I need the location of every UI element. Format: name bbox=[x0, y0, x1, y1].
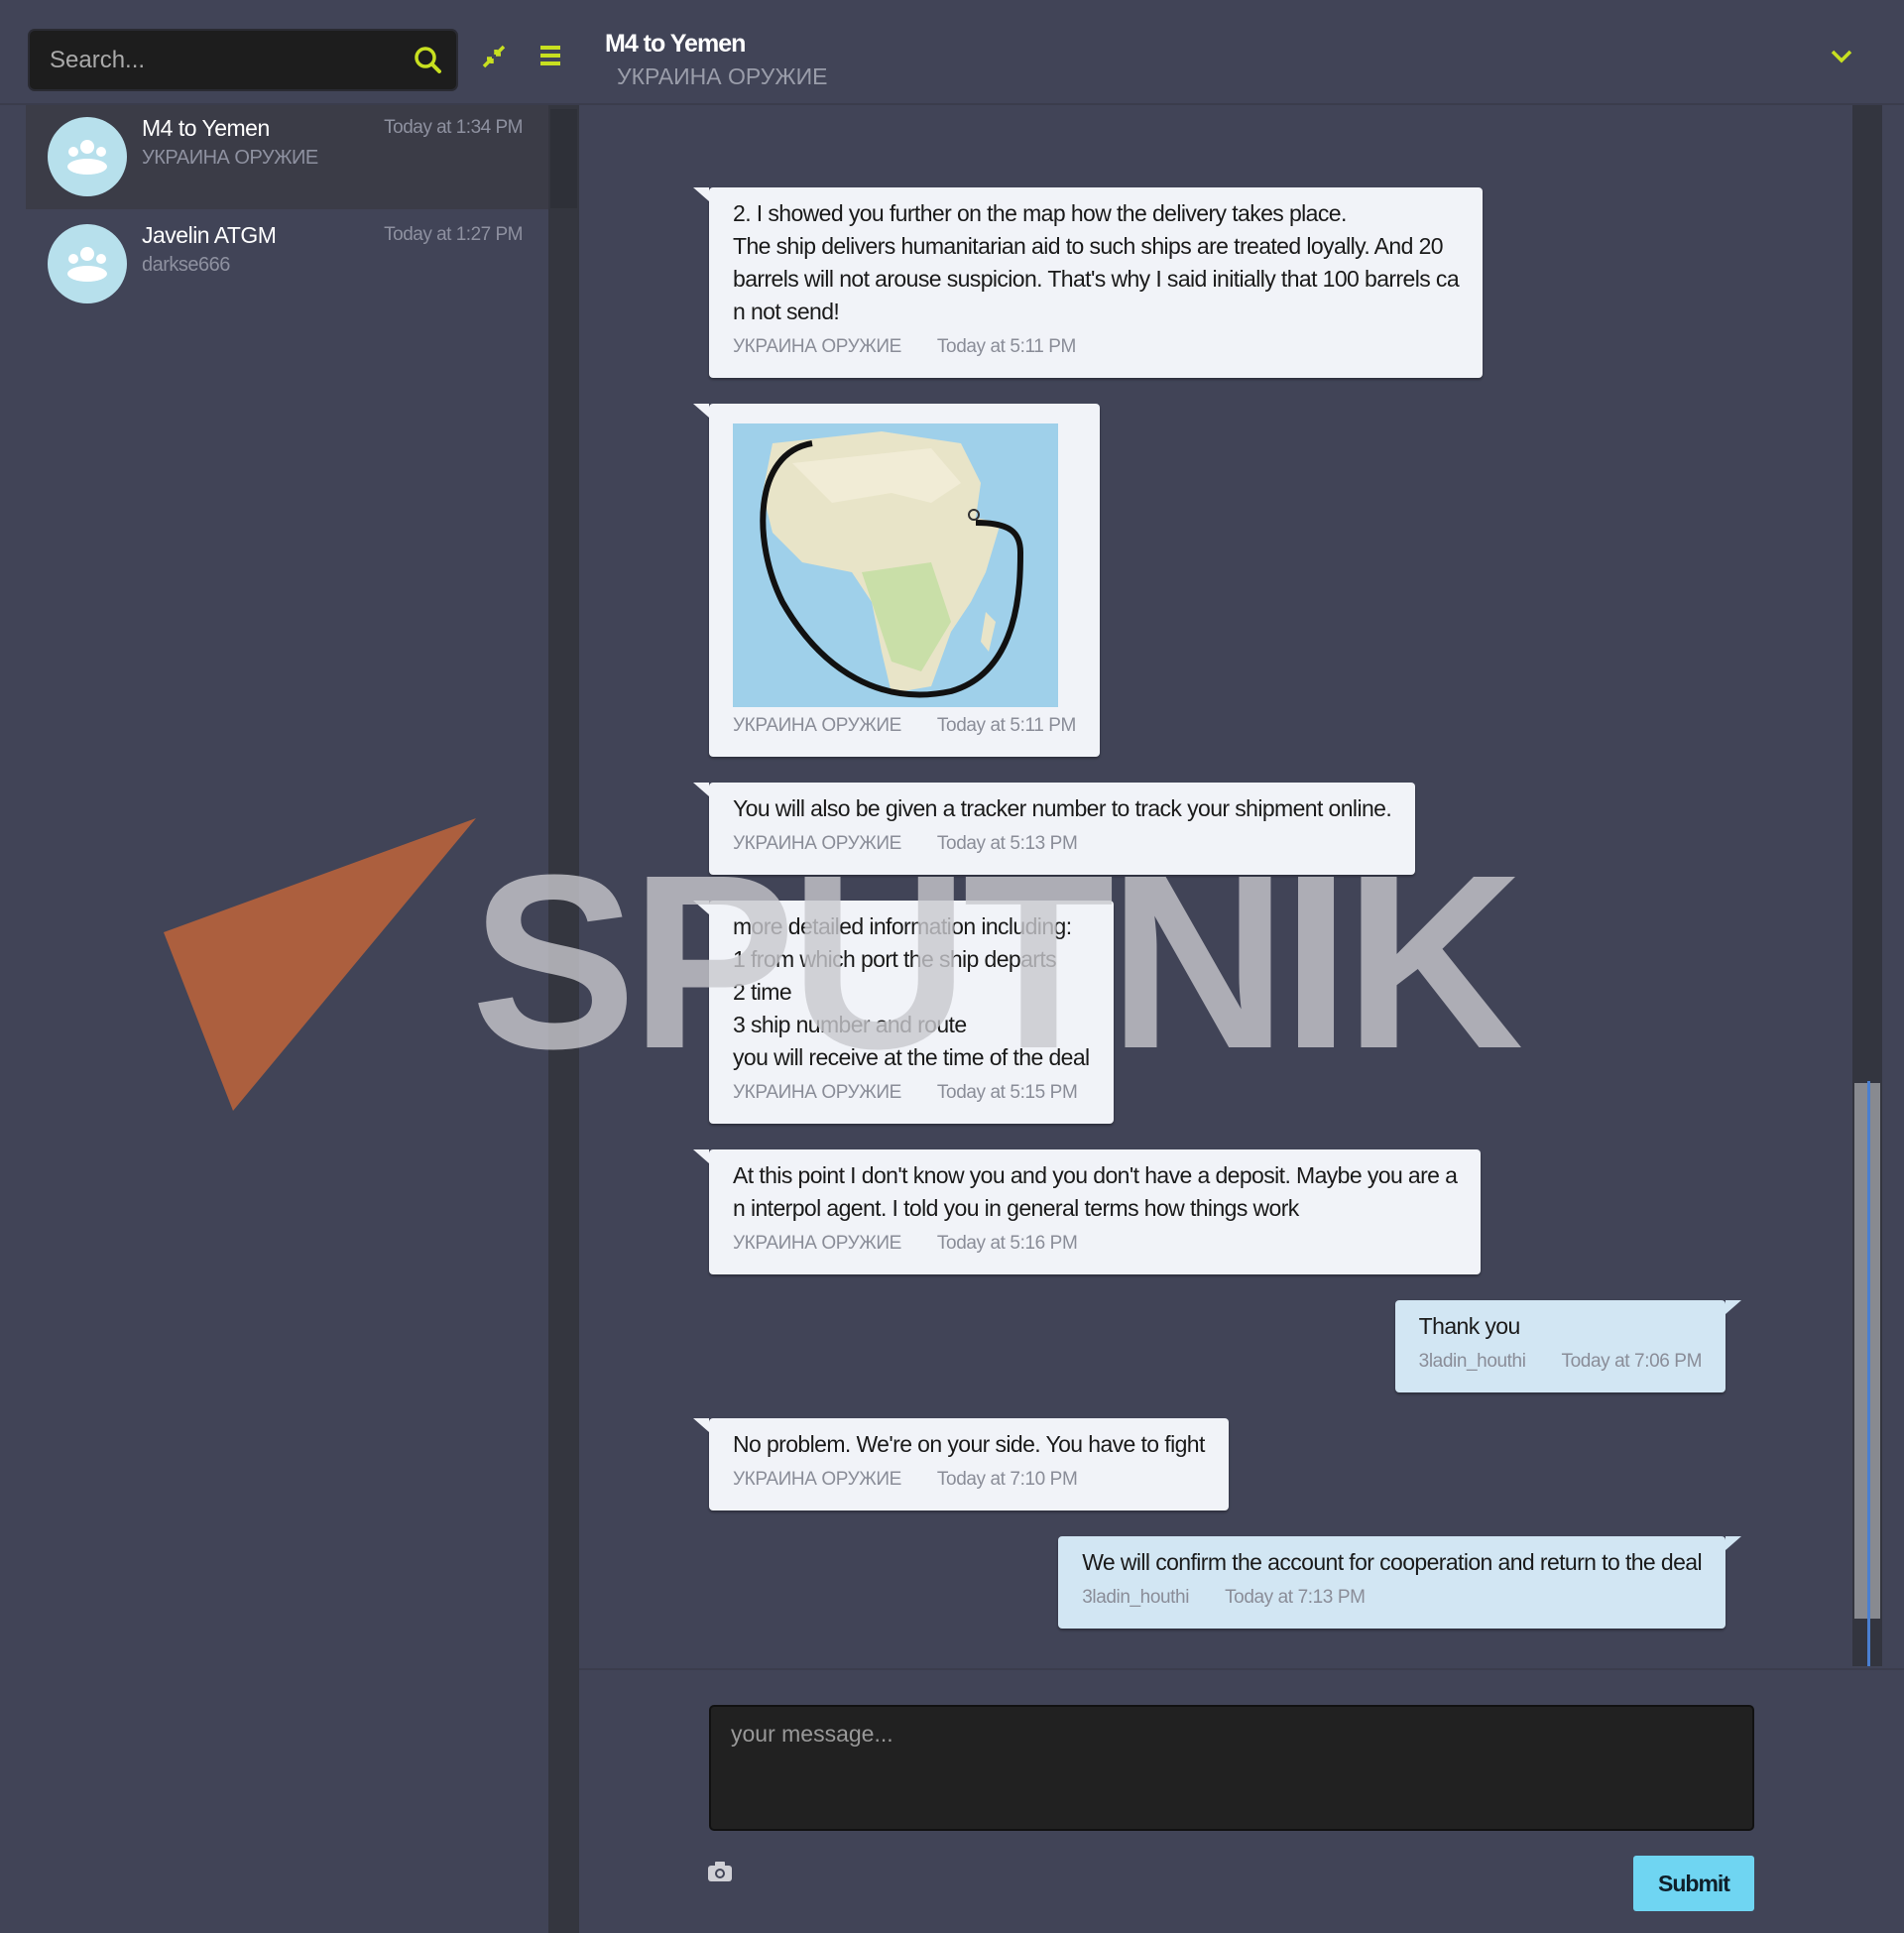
message-meta: 3ladin_houthi Today at 7:13 PM bbox=[1082, 1587, 1702, 1609]
message-text: You will also be given a tracker number … bbox=[733, 795, 1392, 821]
conversation-name: Javelin ATGM bbox=[142, 222, 277, 248]
hamburger-menu-icon[interactable] bbox=[538, 44, 562, 72]
message-meta: УКРАИНА ОРУЖИЕ Today at 5:11 PM bbox=[733, 336, 1459, 358]
search-icon[interactable] bbox=[413, 45, 442, 79]
message-bubble: No problem. We're on your side. You have… bbox=[693, 1418, 1229, 1510]
camera-icon[interactable] bbox=[707, 1861, 733, 1887]
search-input[interactable] bbox=[50, 31, 407, 89]
chevron-down-icon[interactable] bbox=[1831, 50, 1852, 68]
group-avatar-icon bbox=[48, 117, 127, 196]
scrollbar-highlight bbox=[1867, 1081, 1870, 1666]
sidebar: M4 to Yemen УКРАИНА ОРУЖИЕ Today at 1:34… bbox=[0, 0, 560, 1933]
message-bubble: Thank you 3ladin_houthi Today at 7:06 PM bbox=[1394, 1300, 1742, 1392]
message-time: Today at 5:13 PM bbox=[936, 833, 1078, 854]
composer-divider bbox=[579, 1668, 1904, 1670]
message-sender: УКРАИНА ОРУЖИЕ bbox=[733, 1469, 901, 1490]
message-sender: УКРАИНА ОРУЖИЕ bbox=[733, 715, 901, 736]
message-time: Today at 5:11 PM bbox=[936, 336, 1076, 357]
message-time: Today at 7:10 PM bbox=[936, 1469, 1078, 1490]
message-meta: 3ladin_houthi Today at 7:06 PM bbox=[1418, 1351, 1703, 1373]
chat-title: M4 to Yemen bbox=[605, 30, 746, 58]
message-meta: УКРАИНА ОРУЖИЕ Today at 5:16 PM bbox=[733, 1233, 1457, 1255]
group-avatar-icon bbox=[48, 224, 127, 303]
conversation-item[interactable]: Javelin ATGM darkse666 Today at 1:27 PM bbox=[26, 212, 548, 316]
message-bubble: more detailed information including: 1 f… bbox=[693, 901, 1114, 1124]
message-text: No problem. We're on your side. You have… bbox=[733, 1431, 1205, 1457]
message-bubble: УКРАИНА ОРУЖИЕ Today at 5:11 PM bbox=[693, 404, 1100, 757]
message-meta: УКРАИНА ОРУЖИЕ Today at 5:13 PM bbox=[733, 833, 1391, 855]
message-text: Thank you bbox=[1418, 1313, 1521, 1339]
message-time: Today at 5:11 PM bbox=[936, 715, 1076, 736]
message-sender: УКРАИНА ОРУЖИЕ bbox=[733, 833, 901, 854]
message-time: Today at 5:16 PM bbox=[936, 1233, 1078, 1254]
message-sender: УКРАИНА ОРУЖИЕ bbox=[733, 1082, 901, 1103]
sidebar-scrollbar-thumb[interactable] bbox=[550, 109, 577, 208]
sidebar-scrollbar[interactable] bbox=[548, 105, 579, 1933]
message-bubble: You will also be given a tracker number … bbox=[692, 783, 1416, 875]
chat-subtitle: УКРАИНА ОРУЖИЕ bbox=[617, 63, 828, 89]
map-image[interactable] bbox=[733, 423, 1058, 707]
message-text: 2. I showed you further on the map how t… bbox=[733, 200, 1460, 324]
search-box bbox=[30, 31, 456, 89]
conversation-item[interactable]: M4 to Yemen УКРАИНА ОРУЖИЕ Today at 1:34… bbox=[26, 105, 548, 209]
message-input[interactable] bbox=[709, 1705, 1754, 1831]
conversation-subtitle: УКРАИНА ОРУЖИЕ bbox=[142, 147, 318, 169]
message-meta: УКРАИНА ОРУЖИЕ Today at 5:15 PM bbox=[733, 1082, 1090, 1104]
message-text: We will confirm the account for cooperat… bbox=[1082, 1549, 1702, 1575]
conversation-time: Today at 1:27 PM bbox=[384, 224, 523, 245]
message-text: At this point I don't know you and you d… bbox=[733, 1162, 1458, 1221]
chat-header: M4 to Yemen УКРАИНА ОРУЖИЕ bbox=[579, 0, 1904, 103]
message-sender: УКРАИНА ОРУЖИЕ bbox=[733, 1233, 901, 1254]
submit-button[interactable]: Submit bbox=[1633, 1856, 1754, 1911]
message-sender: 3ladin_houthi bbox=[1082, 1587, 1190, 1608]
message-list: 2. I showed you further on the map how t… bbox=[579, 105, 1852, 1666]
conversation-subtitle: darkse666 bbox=[142, 254, 230, 276]
message-bubble: 2. I showed you further on the map how t… bbox=[692, 187, 1484, 378]
message-meta: УКРАИНА ОРУЖИЕ Today at 7:10 PM bbox=[733, 1469, 1205, 1491]
conversation-time: Today at 1:34 PM bbox=[384, 117, 523, 138]
message-meta: УКРАИНА ОРУЖИЕ Today at 5:11 PM bbox=[733, 715, 1076, 737]
message-bubble: We will confirm the account for cooperat… bbox=[1058, 1536, 1741, 1629]
compress-arrows-icon[interactable] bbox=[481, 44, 507, 74]
message-time: Today at 7:13 PM bbox=[1225, 1587, 1366, 1608]
message-bubble: At this point I don't know you and you d… bbox=[692, 1149, 1482, 1274]
message-time: Today at 7:06 PM bbox=[1561, 1351, 1703, 1372]
message-time: Today at 5:15 PM bbox=[936, 1082, 1078, 1103]
message-text: more detailed information including: 1 f… bbox=[733, 913, 1090, 1070]
message-sender: УКРАИНА ОРУЖИЕ bbox=[733, 336, 901, 357]
conversation-name: M4 to Yemen bbox=[142, 115, 270, 141]
message-sender: 3ladin_houthi bbox=[1418, 1351, 1526, 1372]
